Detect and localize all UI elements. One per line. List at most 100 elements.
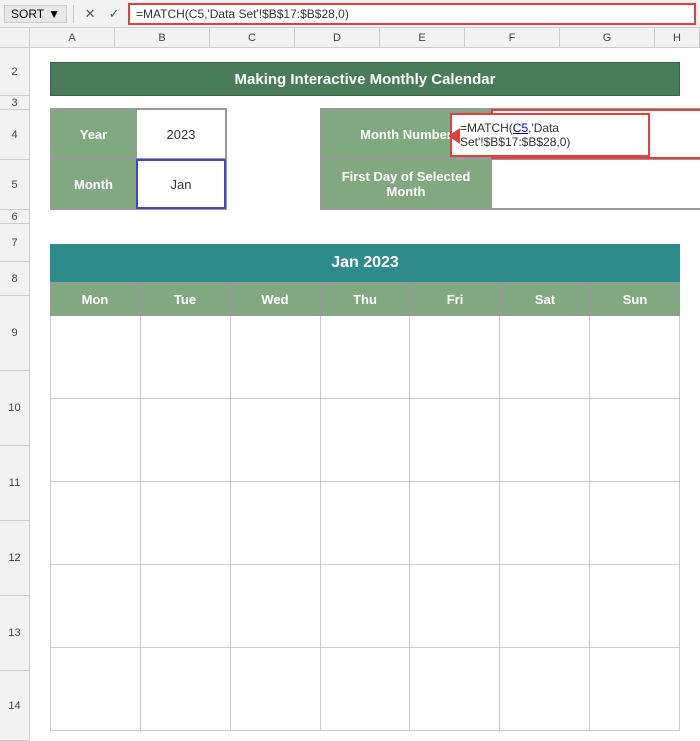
column-headers: A B C D E F G H: [0, 28, 700, 48]
first-day-row: First Day of Selected Month: [321, 159, 700, 209]
cal-cell-1-2[interactable]: [141, 316, 231, 398]
row-num-14: 14: [0, 671, 29, 741]
cal-cell-4-6[interactable]: [500, 565, 590, 647]
row-num-9: 9: [0, 296, 29, 371]
year-row: Year 2023: [51, 109, 226, 159]
grid-body: 2 3 4 5 6 7 8 9 10 11 12 13 14 Making In…: [0, 48, 700, 741]
calendar-week-2: [50, 399, 680, 482]
calendar-month-text: Jan 2023: [331, 254, 399, 272]
check-icon: ✓: [109, 6, 120, 22]
col-header-e[interactable]: E: [380, 28, 465, 47]
formula-popup-arrow: [448, 128, 460, 144]
formula-bar[interactable]: =MATCH(C5,'Data Set'!$B$17:$B$28,0): [128, 3, 696, 25]
row-num-2: 2: [0, 48, 29, 96]
cal-cell-2-5[interactable]: [410, 399, 500, 481]
col-header-f[interactable]: F: [465, 28, 560, 47]
calendar-week-5: [50, 648, 680, 731]
month-value[interactable]: Jan: [136, 159, 226, 209]
day-header-sat: Sat: [500, 282, 590, 316]
cal-cell-1-5[interactable]: [410, 316, 500, 398]
row-num-8: 8: [0, 262, 29, 296]
col-header-h[interactable]: H: [655, 28, 700, 47]
day-header-mon: Mon: [50, 282, 140, 316]
cal-cell-3-2[interactable]: [141, 482, 231, 564]
toolbar: SORT ▼ ✕ ✓ =MATCH(C5,'Data Set'!$B$17:$B…: [0, 0, 700, 28]
col-header-d[interactable]: D: [295, 28, 380, 47]
row-num-4: 4: [0, 110, 29, 160]
cal-cell-4-1[interactable]: [50, 565, 141, 647]
row-num-3: 3: [0, 96, 29, 110]
col-header-g[interactable]: G: [560, 28, 655, 47]
col-header-b[interactable]: B: [115, 28, 210, 47]
calendar-week-1: [50, 316, 680, 399]
cal-cell-5-2[interactable]: [141, 648, 231, 730]
cal-cell-2-7[interactable]: [590, 399, 680, 481]
corner-header: [0, 28, 30, 47]
cal-cell-2-2[interactable]: [141, 399, 231, 481]
formula-popup: =MATCH(C5,'Data Set'!$B$17:$B$28,0): [450, 113, 650, 157]
month-label: Month: [51, 159, 136, 209]
cal-cell-2-6[interactable]: [500, 399, 590, 481]
day-header-sun: Sun: [590, 282, 680, 316]
day-headers: Mon Tue Wed Thu Fri Sat Sun: [50, 282, 680, 316]
calendar-weeks: [50, 316, 680, 731]
cal-cell-2-3[interactable]: [231, 399, 321, 481]
sort-label: SORT: [11, 7, 44, 21]
day-header-tue: Tue: [140, 282, 230, 316]
calendar-week-4: [50, 565, 680, 648]
row-num-5: 5: [0, 160, 29, 210]
calendar-month-header: Jan 2023: [50, 244, 680, 282]
cal-cell-5-1[interactable]: [50, 648, 141, 730]
month-row: Month Jan: [51, 159, 226, 209]
row-num-6: 6: [0, 210, 29, 224]
spreadsheet: SORT ▼ ✕ ✓ =MATCH(C5,'Data Set'!$B$17:$B…: [0, 0, 700, 741]
row-numbers: 2 3 4 5 6 7 8 9 10 11 12 13 14: [0, 48, 30, 741]
cal-cell-3-5[interactable]: [410, 482, 500, 564]
cal-cell-3-7[interactable]: [590, 482, 680, 564]
cal-cell-4-7[interactable]: [590, 565, 680, 647]
first-day-value[interactable]: [491, 159, 700, 209]
cal-cell-5-5[interactable]: [410, 648, 500, 730]
row-num-13: 13: [0, 596, 29, 671]
confirm-button[interactable]: ✓: [104, 4, 124, 24]
cal-cell-5-4[interactable]: [321, 648, 411, 730]
day-header-fri: Fri: [410, 282, 500, 316]
cal-cell-3-6[interactable]: [500, 482, 590, 564]
main-content: Making Interactive Monthly Calendar Year…: [30, 48, 700, 741]
cal-cell-5-6[interactable]: [500, 648, 590, 730]
cal-cell-3-4[interactable]: [321, 482, 411, 564]
cal-cell-1-1[interactable]: [50, 316, 141, 398]
toolbar-separator: [73, 5, 74, 23]
sort-dropdown-arrow: ▼: [48, 7, 60, 21]
cal-cell-1-3[interactable]: [231, 316, 321, 398]
cal-cell-4-3[interactable]: [231, 565, 321, 647]
year-label: Year: [51, 109, 136, 159]
calendar-title: Making Interactive Monthly Calendar: [50, 62, 680, 96]
cal-cell-1-6[interactable]: [500, 316, 590, 398]
formula-text: =MATCH(C5,'Data Set'!$B$17:$B$28,0): [136, 7, 349, 21]
cal-cell-3-1[interactable]: [50, 482, 141, 564]
cal-cell-4-2[interactable]: [141, 565, 231, 647]
col-header-c[interactable]: C: [210, 28, 295, 47]
cal-cell-4-4[interactable]: [321, 565, 411, 647]
cal-cell-1-4[interactable]: [321, 316, 411, 398]
close-icon: ✕: [85, 6, 96, 22]
sort-dropdown[interactable]: SORT ▼: [4, 5, 67, 23]
title-text: Making Interactive Monthly Calendar: [235, 71, 496, 88]
formula-popup-prefix: =MATCH(: [460, 121, 513, 135]
cal-cell-2-1[interactable]: [50, 399, 141, 481]
cal-cell-1-7[interactable]: [590, 316, 680, 398]
info-grid-left: Year 2023 Month Jan: [50, 108, 227, 210]
year-value[interactable]: 2023: [136, 109, 226, 159]
cal-cell-3-3[interactable]: [231, 482, 321, 564]
cal-cell-5-7[interactable]: [590, 648, 680, 730]
day-header-thu: Thu: [320, 282, 410, 316]
day-header-wed: Wed: [230, 282, 320, 316]
cal-cell-5-3[interactable]: [231, 648, 321, 730]
col-header-a[interactable]: A: [30, 28, 115, 47]
cal-cell-4-5[interactable]: [410, 565, 500, 647]
cancel-button[interactable]: ✕: [80, 4, 100, 24]
cal-cell-2-4[interactable]: [321, 399, 411, 481]
row-num-12: 12: [0, 521, 29, 596]
formula-popup-ref: C5: [513, 121, 528, 135]
